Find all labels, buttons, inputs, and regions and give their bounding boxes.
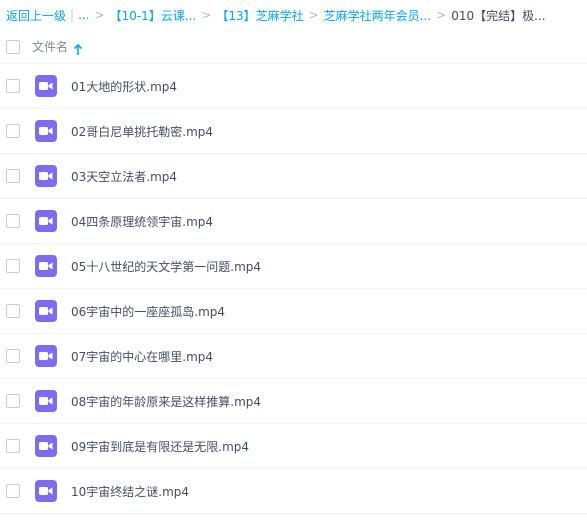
file-checkbox[interactable] <box>6 349 20 363</box>
video-file-icon <box>35 75 57 97</box>
file-name[interactable]: 09宇宙到底是有限还是无限.mp4 <box>71 438 249 455</box>
file-checkbox[interactable] <box>6 169 20 183</box>
file-list: 01大地的形状.mp4 02哥白尼单挑托勒密.mp4 03天空立法者.mp4 04四条… <box>0 64 587 514</box>
video-file-icon <box>35 480 57 502</box>
file-name[interactable]: 10宇宙终结之谜.mp4 <box>71 483 189 500</box>
file-row[interactable]: 02哥白尼单挑托勒密.mp4 <box>0 109 587 154</box>
video-file-icon <box>35 390 57 412</box>
file-name[interactable]: 05十八世纪的天文学第一问题.mp4 <box>71 258 261 275</box>
file-row[interactable]: 04四条原理统领宇宙.mp4 <box>0 199 587 244</box>
file-checkbox[interactable] <box>6 484 20 498</box>
breadcrumb-item[interactable]: 芝麻学社两年会员... <box>324 7 431 24</box>
file-row[interactable]: 07宇宙的中心在哪里.mp4 <box>0 334 587 379</box>
file-row[interactable]: 05十八世纪的天文学第一问题.mp4 <box>0 244 587 289</box>
file-name[interactable]: 06宇宙中的一座座孤岛.mp4 <box>71 303 225 320</box>
file-row[interactable]: 10宇宙终结之谜.mp4 <box>0 469 587 514</box>
breadcrumb-ellipsis[interactable]: ... <box>78 8 89 22</box>
breadcrumb-divider: | <box>70 8 75 22</box>
file-checkbox[interactable] <box>6 304 20 318</box>
file-list-header: 文件名 <box>0 30 587 64</box>
file-name[interactable]: 01大地的形状.mp4 <box>71 78 177 95</box>
file-row[interactable]: 09宇宙到底是有限还是无限.mp4 <box>0 424 587 469</box>
video-file-icon <box>35 300 57 322</box>
video-file-icon <box>35 255 57 277</box>
file-name[interactable]: 02哥白尼单挑托勒密.mp4 <box>71 123 213 140</box>
file-name[interactable]: 07宇宙的中心在哪里.mp4 <box>71 348 213 365</box>
breadcrumb-separator: > <box>201 8 212 22</box>
video-file-icon <box>35 165 57 187</box>
file-checkbox[interactable] <box>6 439 20 453</box>
file-name[interactable]: 08宇宙的年龄原来是这样推算.mp4 <box>71 393 261 410</box>
breadcrumb: 返回上一级 | ... > 【10-1】云课... > 【13】芝麻学社 > 芝… <box>6 0 587 30</box>
video-file-icon <box>35 345 57 367</box>
file-checkbox[interactable] <box>6 124 20 138</box>
back-link[interactable]: 返回上一级 <box>6 7 66 24</box>
file-checkbox[interactable] <box>6 394 20 408</box>
breadcrumb-item[interactable]: 【13】芝麻学社 <box>216 7 303 24</box>
breadcrumb-separator: > <box>308 8 319 22</box>
file-checkbox[interactable] <box>6 79 20 93</box>
file-row[interactable]: 01大地的形状.mp4 <box>0 64 587 109</box>
file-checkbox[interactable] <box>6 214 20 228</box>
breadcrumb-current: 010【完结】极... <box>451 8 546 23</box>
file-row[interactable]: 03天空立法者.mp4 <box>0 154 587 199</box>
select-all-checkbox[interactable] <box>6 39 20 54</box>
breadcrumb-separator: > <box>94 8 105 22</box>
arrow-up-icon[interactable] <box>73 41 83 55</box>
video-file-icon <box>35 120 57 142</box>
video-file-icon <box>35 435 57 457</box>
file-checkbox[interactable] <box>6 259 20 273</box>
file-name[interactable]: 04四条原理统领宇宙.mp4 <box>71 213 213 230</box>
breadcrumb-item[interactable]: 【10-1】云课... <box>110 7 197 24</box>
video-file-icon <box>35 210 57 232</box>
breadcrumb-separator: > <box>436 8 447 22</box>
column-filename-label[interactable]: 文件名 <box>32 38 68 55</box>
file-name[interactable]: 03天空立法者.mp4 <box>71 168 177 185</box>
file-row[interactable]: 08宇宙的年龄原来是这样推算.mp4 <box>0 379 587 424</box>
file-row[interactable]: 06宇宙中的一座座孤岛.mp4 <box>0 289 587 334</box>
